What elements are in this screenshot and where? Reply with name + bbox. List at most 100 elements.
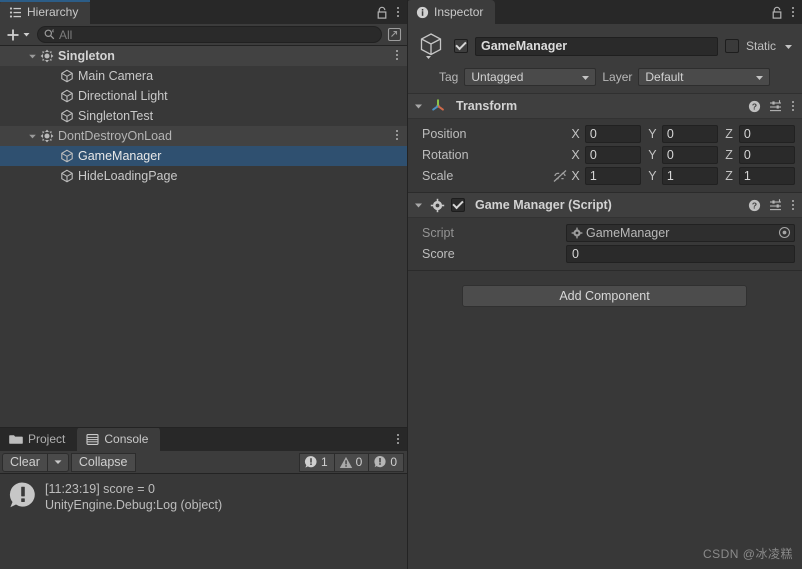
kebab-menu-icon[interactable] [791,101,795,111]
search-icon [44,29,55,40]
hierarchy-row-singletontest[interactable]: SingletonTest [0,106,407,126]
console-log-entry[interactable]: [11:23:19] score = 0 UnityEngine.Debug:L… [0,479,407,515]
scale-y-input[interactable]: 1 [661,166,719,185]
warning-count: 0 [355,455,363,469]
prefab-icon [40,49,54,63]
help-icon[interactable]: ? [748,199,761,212]
tab-console[interactable]: Console [77,427,161,451]
rotation-z-input[interactable]: 0 [738,145,795,164]
foldout-arrow-icon[interactable] [413,200,424,211]
clear-dropdown-button[interactable] [47,452,69,472]
scale-z-input[interactable]: 1 [738,166,795,185]
game-manager-header[interactable]: Game Manager (Script) ? [407,193,802,218]
vertical-divider[interactable] [407,0,408,569]
hierarchy-search-expand-icon[interactable] [385,26,403,44]
kebab-menu-icon[interactable] [395,130,399,140]
static-dropdown-caret-icon[interactable] [783,41,794,52]
position-y-axis-label: Y [648,126,657,141]
rotation-y-input[interactable]: 0 [661,145,719,164]
constrain-proportions-off-icon[interactable] [552,169,571,183]
position-z-input[interactable]: 0 [738,124,795,143]
warning-count-toggle[interactable]: 0 [333,452,370,472]
script-enabled-checkbox[interactable] [451,198,465,212]
tab-hierarchy[interactable]: Hierarchy [0,0,91,24]
hierarchy-row-label: HideLoadingPage [78,169,178,183]
transform-axis-icon [430,98,446,114]
hierarchy-row-dontdestroyonload[interactable]: DontDestroyOnLoad [0,126,407,146]
lock-icon[interactable] [376,6,388,19]
transform-rotation-row: Rotation X 0 Y 0 Z 0 [414,144,795,165]
hierarchy-row-gamemanager[interactable]: GameManager [0,146,407,166]
scale-x-input[interactable]: 1 [584,166,642,185]
console-log-line1: [11:23:19] score = 0 [45,482,155,496]
scale-label: Scale [422,168,454,183]
rotation-x-input[interactable]: 0 [584,145,642,164]
foldout-arrow-icon[interactable] [26,132,39,141]
score-property-row: Score 0 [414,243,795,264]
object-picker-icon[interactable] [778,226,791,239]
foldout-arrow-icon[interactable] [26,52,39,61]
script-object-field[interactable]: GameManager [566,223,795,242]
foldout-arrow-icon[interactable] [413,101,424,112]
gameobject-cube-icon [60,89,74,103]
kebab-menu-icon[interactable] [791,200,795,210]
tab-inspector-label: Inspector [434,5,484,19]
tab-project[interactable]: Project [0,427,78,451]
preset-settings-icon[interactable] [769,198,783,212]
transform-header[interactable]: Transform ? [407,94,802,119]
kebab-menu-icon[interactable] [791,7,795,17]
kebab-menu-icon[interactable] [395,50,399,60]
add-component-button[interactable]: Add Component [462,285,747,307]
svg-text:?: ? [752,200,757,210]
scale-x-axis-label: X [571,168,580,183]
horizontal-divider[interactable] [0,427,407,428]
layer-dropdown-value: Default [645,70,684,84]
tag-dropdown-value: Untagged [471,70,524,84]
help-icon[interactable]: ? [748,100,761,113]
error-icon [373,455,387,469]
layer-dropdown[interactable]: Default [638,68,771,86]
position-x-input[interactable]: 0 [584,124,642,143]
create-gameobject-button[interactable] [4,26,34,44]
position-y-input[interactable]: 0 [661,124,719,143]
rotation-label: Rotation [422,147,469,162]
error-count-toggle[interactable]: 0 [368,452,404,472]
transform-title: Transform [456,99,518,113]
component-transform: Transform ? Position X 0 Y 0 Z 0 Rotatio… [407,94,802,193]
component-game-manager-script: Game Manager (Script) ? Script GameManag… [407,193,802,271]
hierarchy-row-label: Singleton [58,49,115,63]
hierarchy-tree[interactable]: Singleton Main Camera Directional Light Sin… [0,46,407,427]
chevron-down-icon [754,72,765,83]
error-count: 0 [390,455,397,469]
inspector-tabbar-actions [771,0,802,24]
hierarchy-row-hideloadingpage[interactable]: HideLoadingPage [0,166,407,186]
hierarchy-row-singleton[interactable]: Singleton [0,46,407,66]
lock-icon[interactable] [771,6,783,19]
hierarchy-row-directional-light[interactable]: Directional Light [0,86,407,106]
gameobject-cube-icon [60,69,74,83]
tab-inspector[interactable]: Inspector [407,0,496,24]
kebab-menu-icon[interactable] [396,7,400,17]
rotation-y-axis-label: Y [648,147,657,162]
tag-label: Tag [439,70,459,84]
static-label: Static [745,39,776,53]
tag-dropdown[interactable]: Untagged [464,68,597,86]
hierarchy-row-label: SingletonTest [78,109,154,123]
gameobject-name-field[interactable]: GameManager [475,36,718,56]
script-asset-icon [571,227,583,239]
hierarchy-tabbar-actions [376,0,407,24]
kebab-menu-icon[interactable] [396,434,400,444]
preset-settings-icon[interactable] [769,99,783,113]
static-checkbox[interactable] [724,39,739,53]
hierarchy-row-main-camera[interactable]: Main Camera [0,66,407,86]
gameobject-enabled-checkbox[interactable] [454,39,468,53]
log-count-toggle[interactable]: 1 [298,452,335,472]
clear-button[interactable]: Clear [2,452,48,472]
tab-hierarchy-label: Hierarchy [27,5,79,19]
game-manager-body: Script GameManager Score 0 [407,218,802,270]
hierarchy-search-input[interactable]: All [37,26,382,43]
score-input[interactable]: 0 [566,244,795,263]
console-log-list[interactable]: [11:23:19] score = 0 UnityEngine.Debug:L… [0,474,407,569]
collapse-button[interactable]: Collapse [70,452,136,472]
position-z-axis-label: Z [725,126,733,141]
